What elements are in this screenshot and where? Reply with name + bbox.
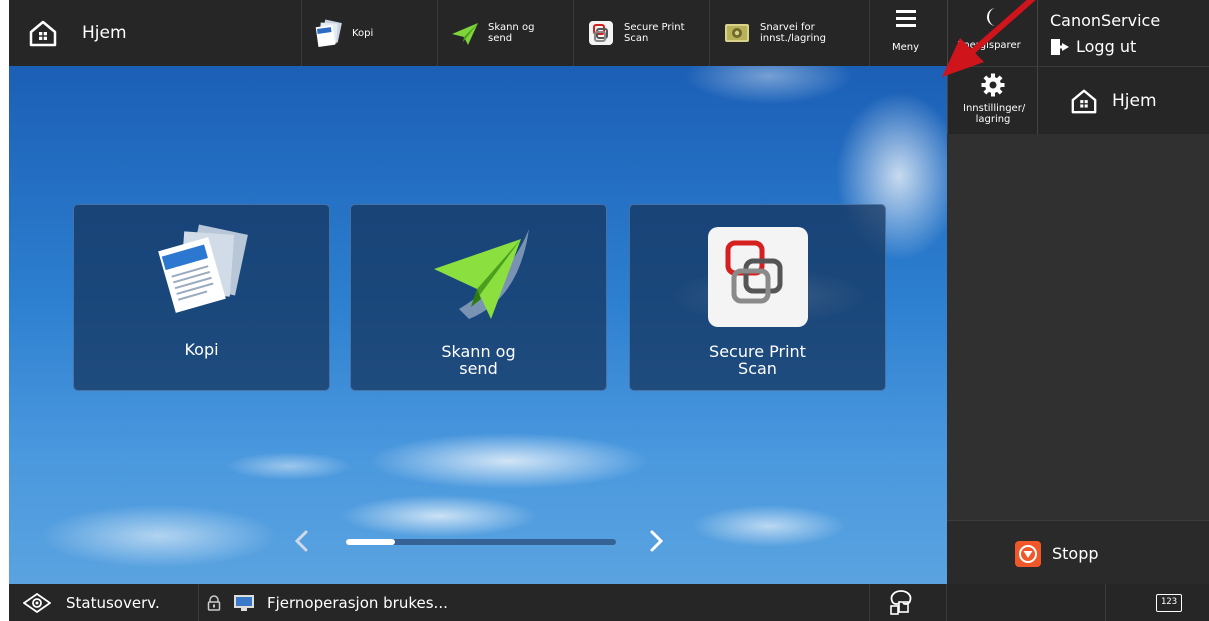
quick-copy-button[interactable]: Kopi <box>301 0 437 66</box>
gear-icon <box>981 73 1005 97</box>
logout-icon <box>1051 38 1069 55</box>
quick-secure-print-button[interactable]: Secure Print Scan <box>573 0 709 66</box>
home-button[interactable]: Hjem <box>9 0 301 66</box>
home-screen-area: Kopi Skann og send Secure Print Scan <box>9 66 947 584</box>
home-icon <box>1071 89 1097 113</box>
settings-registration-button[interactable]: Innstillinger/ lagring <box>947 66 1037 134</box>
quick-scan-send-button[interactable]: Skann og send <box>437 0 573 66</box>
top-bar: Hjem Kopi Skann og send Secure Print Sca… <box>9 0 947 66</box>
energy-saver-button[interactable]: Energisparer <box>947 0 1037 66</box>
home-label: Hjem <box>82 23 127 43</box>
copy-icon <box>315 19 342 48</box>
scan-send-tile-text: Skann og send <box>441 342 516 378</box>
secure-print-icon <box>708 227 808 327</box>
secure-print-tile-label: Secure Print Scan <box>630 343 885 377</box>
page-scrollbar[interactable] <box>346 539 616 545</box>
bottom-bar: Statusoverv. Fjernoperasjon brukes... 12… <box>9 584 1209 621</box>
home-icon <box>29 20 57 47</box>
secure-print-tile-text: Secure Print Scan <box>709 342 806 378</box>
quick-secure-print-label: Secure Print Scan <box>624 22 685 44</box>
remote-operation-label: Fjernoperasjon brukes... <box>267 593 448 612</box>
moon-icon <box>987 8 996 26</box>
shortcut-icon <box>725 24 749 42</box>
chevron-right-icon[interactable] <box>645 529 667 553</box>
page-scroller <box>9 521 947 561</box>
chevron-left-icon[interactable] <box>291 529 313 553</box>
page-scrollbar-thumb[interactable] <box>346 539 395 545</box>
keypad-button[interactable]: 123 <box>1105 584 1209 621</box>
scan-send-tile-label: Skann og send <box>351 343 606 377</box>
home-button-right[interactable]: Hjem <box>1037 66 1209 134</box>
scan-send-icon <box>452 23 478 45</box>
copy-icon <box>158 224 248 313</box>
home-right-label: Hjem <box>1112 90 1157 111</box>
quick-scan-send-label: Skann og send <box>488 22 535 44</box>
stop-icon <box>1015 541 1041 567</box>
status-monitor-label: Statusoverv. <box>66 593 160 612</box>
eye-icon <box>23 592 51 613</box>
menu-label: Meny <box>892 42 920 53</box>
copy-tile[interactable]: Kopi <box>73 204 330 391</box>
network-button[interactable] <box>869 584 947 621</box>
lock-icon <box>207 594 221 611</box>
copy-tile-label: Kopi <box>184 340 219 359</box>
monitor-icon <box>234 594 254 611</box>
keypad-icon: 123 <box>1156 594 1182 612</box>
right-panel: Energisparer CanonService Logg ut Innsti… <box>947 0 1209 621</box>
stop-button[interactable]: Stopp <box>947 520 1209 584</box>
quick-copy-label: Kopi <box>352 27 374 39</box>
settings-registration-text: Innstillinger/ lagring <box>963 103 1026 125</box>
menu-icon <box>896 10 916 27</box>
network-icon <box>890 590 912 615</box>
quick-shortcut-label: Snarvei for innst./lagring <box>760 22 826 44</box>
quick-shortcut-button[interactable]: Snarvei for innst./lagring <box>709 0 869 66</box>
secure-print-icon <box>589 21 613 45</box>
scan-send-tile[interactable]: Skann og send <box>350 204 607 391</box>
user-name: CanonService <box>1050 11 1161 30</box>
status-monitor-button[interactable]: Statusoverv. <box>9 584 199 621</box>
stop-label: Stopp <box>1052 544 1099 563</box>
account-area: CanonService Logg ut <box>1037 0 1209 66</box>
logout-button[interactable]: Logg ut <box>1050 37 1136 56</box>
settings-registration-label: Innstillinger/ lagring <box>948 103 1038 125</box>
device-screen: Hjem Kopi Skann og send Secure Print Sca… <box>9 0 1209 621</box>
scan-send-icon <box>434 229 529 319</box>
logout-label: Logg ut <box>1076 37 1137 56</box>
menu-button[interactable]: Meny <box>869 0 947 66</box>
secure-print-tile[interactable]: Secure Print Scan <box>629 204 886 391</box>
remote-operation-status: Fjernoperasjon brukes... <box>199 584 869 621</box>
energy-saver-label: Energisparer <box>957 40 1021 51</box>
